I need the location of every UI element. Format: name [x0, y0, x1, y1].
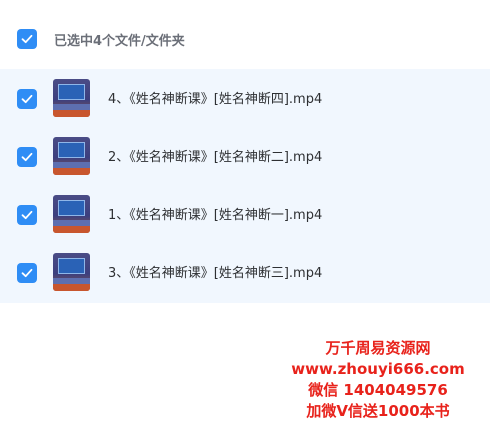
file-name[interactable]: 2、《姓名神断课》[姓名神断二].mp4 — [108, 146, 322, 165]
watermark-line: 万千周易资源网 — [325, 339, 431, 357]
check-icon — [21, 268, 33, 278]
video-thumbnail[interactable] — [53, 253, 90, 291]
file-selection-panel: 已选中4个文件/文件夹 4、《姓名神断课》[姓名神断四].mp4 2、《姓名神断… — [0, 0, 490, 434]
watermark: 万千周易资源网 www.zhouyi666.com 微信 1404049576 … — [278, 338, 478, 422]
file-list: 4、《姓名神断课》[姓名神断四].mp4 2、《姓名神断课》[姓名神断二].mp… — [0, 69, 490, 303]
watermark-line: 加微V信送1000本书 — [306, 402, 450, 420]
file-checkbox[interactable] — [17, 205, 37, 225]
watermark-line: www.zhouyi666.com — [291, 360, 465, 378]
file-checkbox[interactable] — [17, 89, 37, 109]
check-icon — [21, 152, 33, 162]
file-checkbox[interactable] — [17, 147, 37, 167]
check-icon — [21, 34, 33, 44]
file-name[interactable]: 4、《姓名神断课》[姓名神断四].mp4 — [108, 88, 322, 107]
file-row[interactable]: 4、《姓名神断课》[姓名神断四].mp4 — [0, 69, 490, 127]
check-icon — [21, 210, 33, 220]
video-thumbnail[interactable] — [53, 79, 90, 117]
video-thumbnail[interactable] — [53, 195, 90, 233]
select-all-checkbox[interactable] — [17, 29, 37, 49]
selection-header: 已选中4个文件/文件夹 — [0, 0, 490, 72]
file-name[interactable]: 3、《姓名神断课》[姓名神断三].mp4 — [108, 262, 322, 281]
file-name[interactable]: 1、《姓名神断课》[姓名神断一].mp4 — [108, 204, 322, 223]
file-row[interactable]: 1、《姓名神断课》[姓名神断一].mp4 — [0, 185, 490, 243]
selection-count-label: 已选中4个文件/文件夹 — [54, 34, 185, 49]
file-row[interactable]: 3、《姓名神断课》[姓名神断三].mp4 — [0, 243, 490, 301]
file-checkbox[interactable] — [17, 263, 37, 283]
video-thumbnail[interactable] — [53, 137, 90, 175]
check-icon — [21, 94, 33, 104]
file-row[interactable]: 2、《姓名神断课》[姓名神断二].mp4 — [0, 127, 490, 185]
watermark-line: 微信 1404049576 — [308, 381, 448, 399]
